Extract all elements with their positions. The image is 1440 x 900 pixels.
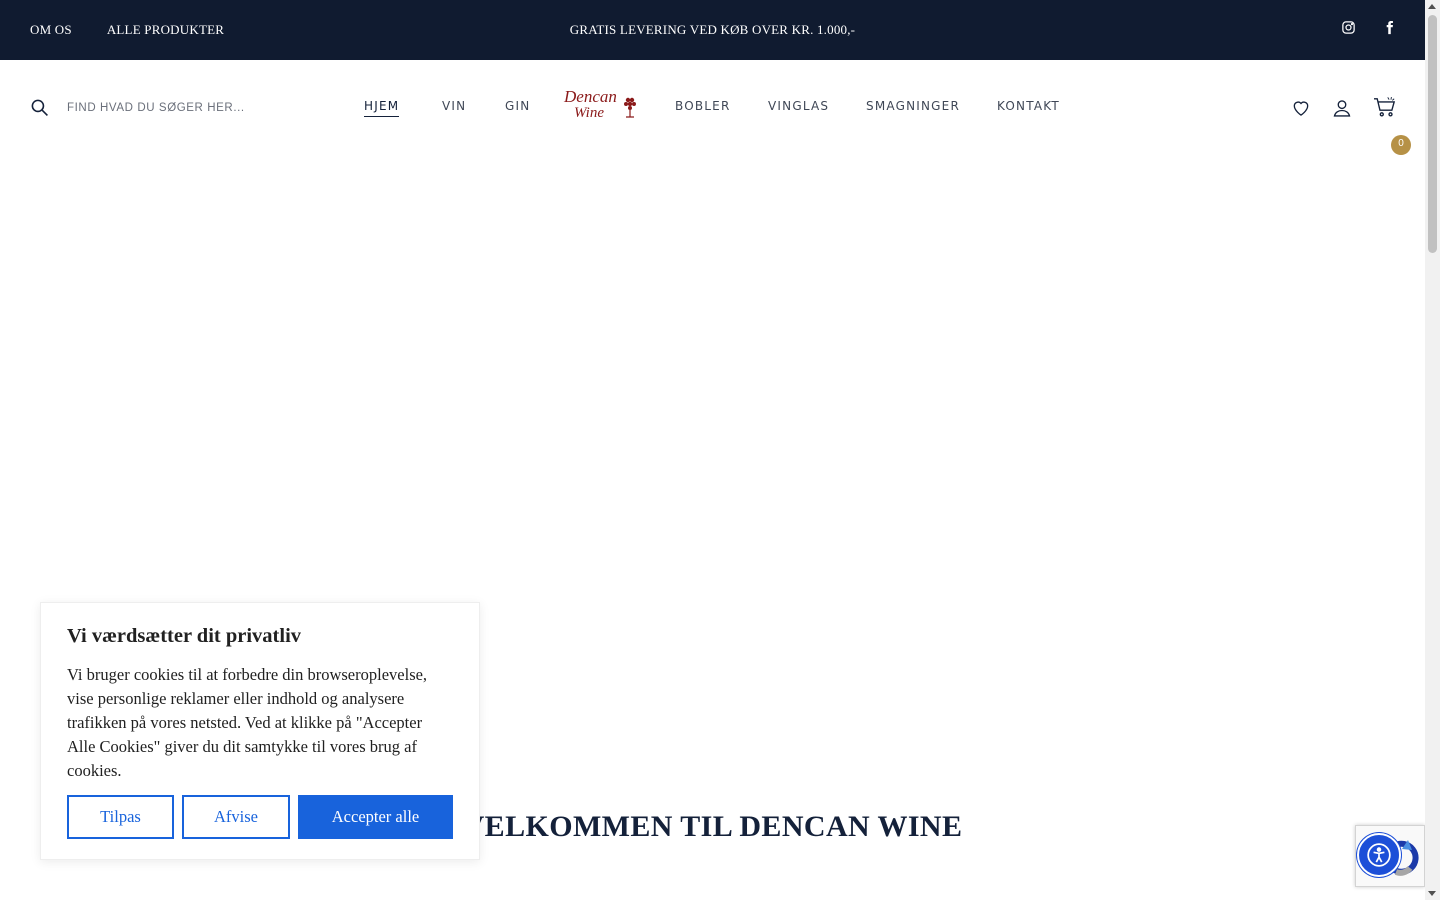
instagram-icon[interactable]	[1341, 20, 1358, 37]
cookie-consent-banner: Vi værdsætter dit privatliv Vi bruger co…	[40, 602, 480, 860]
search-input[interactable]	[67, 101, 287, 114]
grape-icon	[624, 97, 636, 118]
cookie-description: Vi bruger cookies til at forbedre din br…	[67, 665, 428, 780]
logo-text-dencan: Dencan	[563, 87, 617, 106]
page-scrollbar[interactable]	[1425, 0, 1440, 900]
nav-home[interactable]: HJEM	[364, 99, 400, 117]
accessibility-icon	[1367, 843, 1391, 867]
accessibility-button[interactable]	[1357, 833, 1401, 877]
reject-button[interactable]: Afvise	[182, 795, 290, 839]
nav-wine[interactable]: VIN	[442, 99, 466, 113]
header-actions: 0	[1291, 96, 1411, 155]
nav-contact[interactable]: KONTAKT	[997, 99, 1060, 113]
top-bar-links: OM OS ALLE PRODUKTER	[30, 22, 224, 38]
facebook-icon[interactable]	[1382, 20, 1399, 37]
search-bar	[30, 98, 287, 117]
heart-icon[interactable]	[1291, 98, 1311, 118]
scrollbar-thumb[interactable]	[1428, 15, 1437, 253]
logo-text-wine: Wine	[574, 105, 604, 120]
nav-glasses[interactable]: VINGLAS	[768, 99, 829, 113]
top-bar: OM OS ALLE PRODUKTER GRATIS LEVERING VED…	[0, 0, 1425, 60]
nav-bubbles[interactable]: BOBLER	[675, 99, 731, 113]
cart-count-badge: 0	[1391, 135, 1411, 155]
cart-icon[interactable]: 0	[1373, 96, 1411, 155]
cookie-title: Vi værdsætter dit privatliv	[67, 625, 302, 647]
customize-button[interactable]: Tilpas	[67, 795, 174, 839]
scroll-up-arrow[interactable]	[1428, 4, 1436, 9]
nav-tastings[interactable]: SMAGNINGER	[866, 99, 960, 113]
user-icon[interactable]	[1332, 98, 1352, 118]
search-icon[interactable]	[30, 98, 49, 117]
all-products-link[interactable]: ALLE PRODUKTER	[107, 22, 224, 38]
site-header: HJEM VIN GIN BOBLER VINGLAS SMAGNINGER K…	[0, 60, 1425, 155]
accept-all-button[interactable]: Accepter alle	[298, 795, 453, 839]
social-links	[1341, 20, 1399, 37]
about-link[interactable]: OM OS	[30, 22, 72, 38]
site-logo[interactable]: Dencan Wine	[562, 86, 640, 121]
cookie-actions: Tilpas Afvise Accepter alle	[67, 795, 453, 839]
scroll-down-arrow[interactable]	[1428, 891, 1436, 896]
nav-gin[interactable]: GIN	[505, 99, 530, 113]
